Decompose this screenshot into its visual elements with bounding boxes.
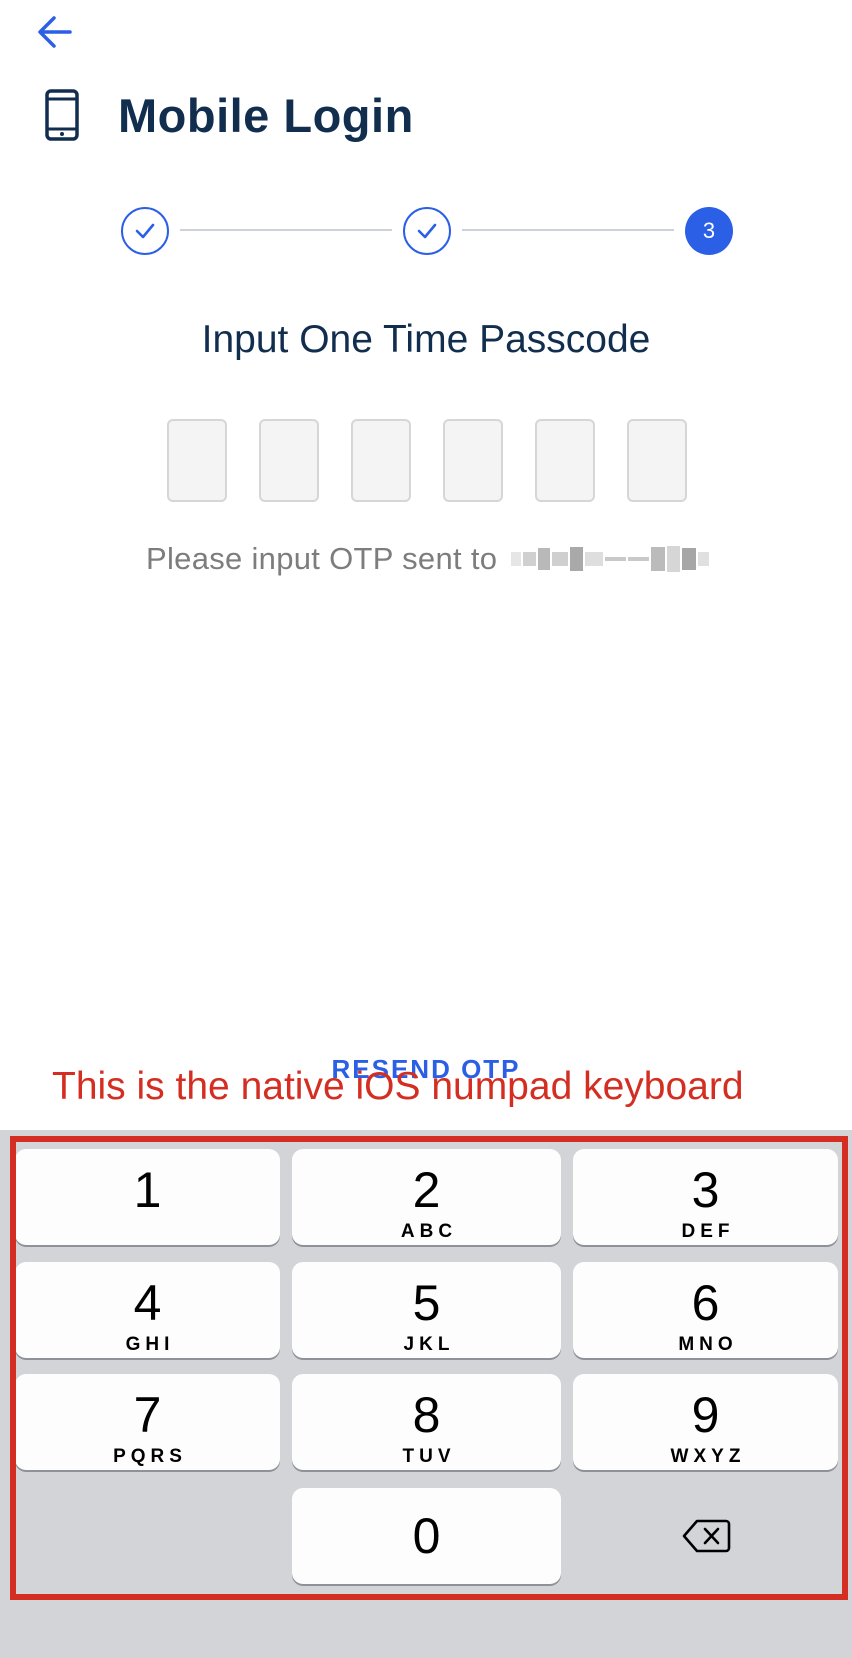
step-connector: [180, 229, 392, 231]
redacted-phone-number: [511, 542, 711, 576]
keyboard-highlight-frame: [10, 1136, 848, 1600]
otp-digit-field-4[interactable]: [443, 419, 503, 502]
step-number: 3: [702, 218, 716, 243]
otp-digit-field-2[interactable]: [259, 419, 319, 502]
mobile-phone-icon: [45, 89, 79, 141]
step-connector: [462, 229, 674, 231]
step-2-complete: [403, 207, 451, 255]
otp-digit-field-5[interactable]: [535, 419, 595, 502]
checkmark-icon: [135, 223, 155, 239]
otp-digit-field-1[interactable]: [167, 419, 227, 502]
step-1-complete: [121, 207, 169, 255]
checkmark-icon: [417, 223, 437, 239]
otp-hint-text: Please input OTP sent to: [146, 541, 498, 576]
step-3-current: 3: [685, 207, 733, 255]
otp-digit-field-6[interactable]: [627, 419, 687, 502]
page-header: Mobile Login: [44, 84, 414, 146]
page-title: Mobile Login: [118, 88, 414, 142]
otp-heading: Input One Time Passcode: [201, 318, 651, 361]
back-arrow-icon: [38, 16, 72, 48]
back-button[interactable]: [32, 6, 80, 54]
otp-digit-field-3[interactable]: [351, 419, 411, 502]
mobile-login-screen: Mobile Login 3 Input One Time Passcode P…: [0, 0, 852, 1658]
otp-hint-row: Please input OTP sent to: [146, 535, 711, 583]
annotation-label: This is the native iOS numpad keyboard: [52, 1065, 744, 1108]
